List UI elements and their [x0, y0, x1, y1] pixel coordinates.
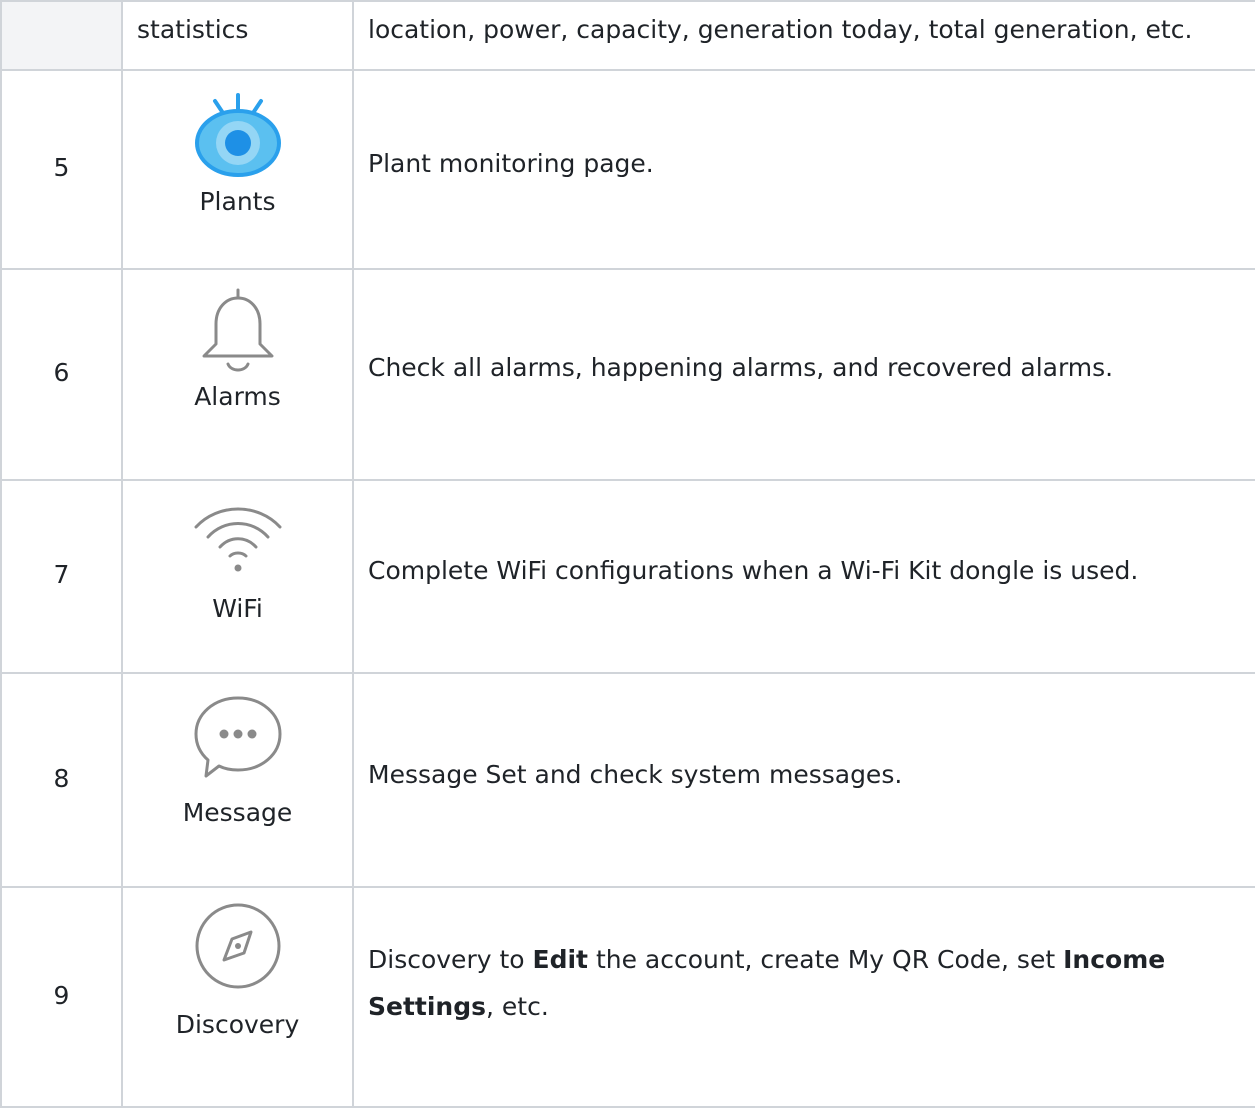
- description-text: the account, create My QR Code, set: [588, 945, 1064, 974]
- row-name-cell: statistics: [121, 0, 354, 71]
- row-number: 9: [53, 980, 70, 1010]
- row-description-cell: Plant monitoring page.: [352, 69, 1255, 270]
- description-text: , etc.: [486, 992, 549, 1021]
- plants-eye-icon: [194, 93, 281, 177]
- icon-cell: Alarms: [121, 268, 354, 481]
- row-number-cell: [0, 0, 123, 71]
- row-number-cell: 7: [0, 479, 123, 674]
- row-number: 7: [53, 560, 70, 589]
- icon-cell: Discovery: [121, 886, 354, 1108]
- table-row: 9 Discovery Discovery to Edit the accoun…: [0, 886, 1255, 1108]
- icon-label: Message: [182, 798, 293, 827]
- table-row: 5 Plants Plant monitoring page.: [0, 69, 1255, 270]
- row-number-cell: 8: [0, 672, 123, 888]
- row-description-cell: location, power, capacity, generation to…: [352, 0, 1255, 71]
- wifi-icon: [194, 507, 281, 572]
- row-number-cell: 6: [0, 268, 123, 481]
- row-description-cell: Discovery to Edit the account, create My…: [352, 886, 1255, 1108]
- icon-cell: WiFi: [121, 479, 354, 674]
- row-number-cell: 5: [0, 69, 123, 270]
- row-number: 8: [53, 763, 70, 793]
- row-number-cell: 9: [0, 886, 123, 1108]
- feature-table: statistics location, power, capacity, ge…: [0, 0, 1255, 1108]
- row-number: 5: [53, 153, 70, 182]
- description-text: Discovery to: [368, 945, 533, 974]
- bell-icon: [202, 288, 273, 372]
- icon-label: Discovery: [175, 1010, 300, 1039]
- row-description-cell: Complete WiFi configurations when a Wi-F…: [352, 479, 1255, 674]
- row-description-cell: Check all alarms, happening alarms, and …: [352, 268, 1255, 481]
- table-row: statistics location, power, capacity, ge…: [0, 0, 1255, 71]
- icon-cell: Message: [121, 672, 354, 888]
- description-bold-edit: Edit: [532, 945, 589, 974]
- table-row: 8 Message Message Set and check system m…: [0, 672, 1255, 888]
- row-description-cell: Message Set and check system messages.: [352, 672, 1255, 888]
- icon-label: Alarms: [194, 382, 281, 411]
- table-row: 6 Alarms Check all alarms, happening ala…: [0, 268, 1255, 481]
- icon-label: Plants: [199, 187, 276, 216]
- compass-icon: [195, 903, 280, 989]
- icon-cell: Plants: [121, 69, 354, 270]
- icon-label: WiFi: [212, 594, 263, 623]
- row-number: 6: [53, 358, 70, 387]
- message-bubble-icon: [194, 696, 281, 778]
- table-row: 7 WiFi Complete WiFi configurations when…: [0, 479, 1255, 674]
